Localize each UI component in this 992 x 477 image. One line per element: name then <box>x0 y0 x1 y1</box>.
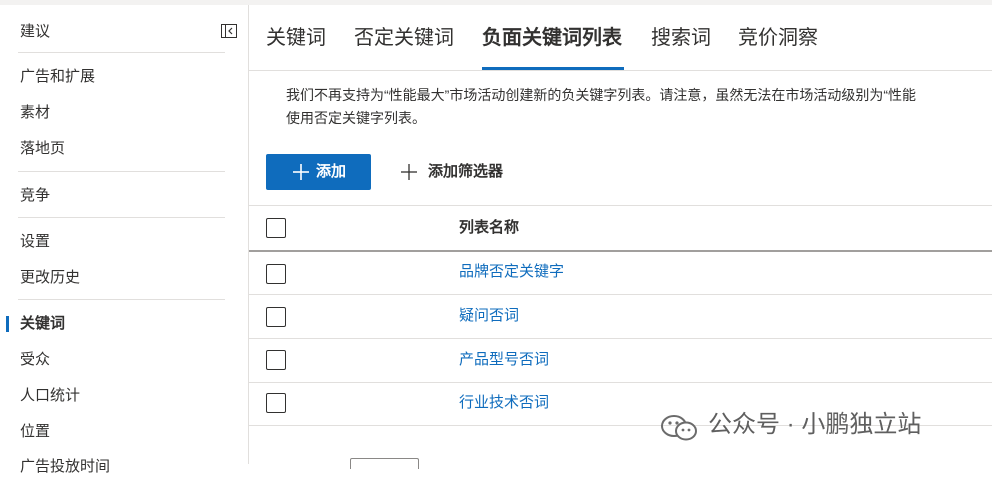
sidebar-divider <box>18 299 225 300</box>
sidebar-item-landing-pages[interactable]: 落地页 <box>20 139 65 159</box>
add-filter-label: 添加筛选器 <box>428 163 504 180</box>
plus-icon <box>293 164 309 180</box>
add-button[interactable]: 添加 <box>266 154 371 190</box>
tabs-divider <box>249 70 992 71</box>
plus-icon <box>401 164 417 180</box>
list-name-link[interactable]: 品牌否定关键字 <box>459 262 564 282</box>
table-header: 列表名称 <box>249 205 992 252</box>
sidebar-item-ad-schedule[interactable]: 广告投放时间 <box>20 457 110 477</box>
sidebar-divider <box>18 52 225 53</box>
sidebar-nav: 建议 广告和扩展 素材 落地页 竞争 设置 更改历史 关键词 受众 人口统计 位… <box>0 5 249 475</box>
collapse-sidebar-icon[interactable] <box>221 24 237 38</box>
sidebar-item-audiences[interactable]: 受众 <box>20 350 50 370</box>
notice-text-line1: 我们不再支持为“性能最大”市场活动创建新的负关键字列表。请注意，虽然无法在市场活… <box>286 87 916 103</box>
tab-auction-insights[interactable]: 竞价洞察 <box>738 25 818 51</box>
table-row: 疑问否词 <box>249 295 992 339</box>
sidebar-active-indicator <box>6 316 9 332</box>
sidebar-divider <box>18 171 225 172</box>
table-row: 产品型号否词 <box>249 339 992 383</box>
tab-search-terms[interactable]: 搜索词 <box>651 25 711 51</box>
row-checkbox[interactable] <box>266 264 286 284</box>
sidebar-item-keywords[interactable]: 关键词 <box>20 314 65 334</box>
sidebar-item-settings[interactable]: 设置 <box>20 232 50 252</box>
sidebar-item-ads-extensions[interactable]: 广告和扩展 <box>20 67 95 87</box>
tab-keywords[interactable]: 关键词 <box>266 25 326 51</box>
column-header-list-name[interactable]: 列表名称 <box>459 218 519 238</box>
add-button-label: 添加 <box>316 163 347 180</box>
sidebar-divider <box>18 217 225 218</box>
list-name-link[interactable]: 疑问否词 <box>459 306 519 326</box>
tab-negative-keywords[interactable]: 否定关键词 <box>354 25 454 51</box>
sidebar-item-recommendations[interactable]: 建议 <box>20 22 50 42</box>
list-name-link[interactable]: 产品型号否词 <box>459 350 549 370</box>
select-all-checkbox[interactable] <box>266 218 286 238</box>
watermark-text: 公众号 · 小鹏独立站 <box>708 411 922 438</box>
wechat-icon <box>661 415 697 441</box>
add-filter-button[interactable]: 添加筛选器 <box>398 160 518 184</box>
sidebar-item-demographics[interactable]: 人口统计 <box>20 386 80 406</box>
list-name-link[interactable]: 行业技术否词 <box>459 393 549 413</box>
row-checkbox[interactable] <box>266 393 286 413</box>
watermark: 公众号 · 小鹏独立站 <box>660 408 980 444</box>
notice-text-line2: 使用否定关键字列表。 <box>286 110 426 126</box>
row-checkbox[interactable] <box>266 307 286 327</box>
sidebar-item-locations[interactable]: 位置 <box>20 422 50 442</box>
row-checkbox[interactable] <box>266 350 286 370</box>
sidebar-item-competition[interactable]: 竞争 <box>20 186 50 206</box>
sidebar-item-change-history[interactable]: 更改历史 <box>20 268 80 288</box>
sidebar-item-assets[interactable]: 素材 <box>20 103 50 123</box>
table-row: 品牌否定关键字 <box>249 251 992 295</box>
tab-negative-keyword-lists[interactable]: 负面关键词列表 <box>482 25 622 51</box>
